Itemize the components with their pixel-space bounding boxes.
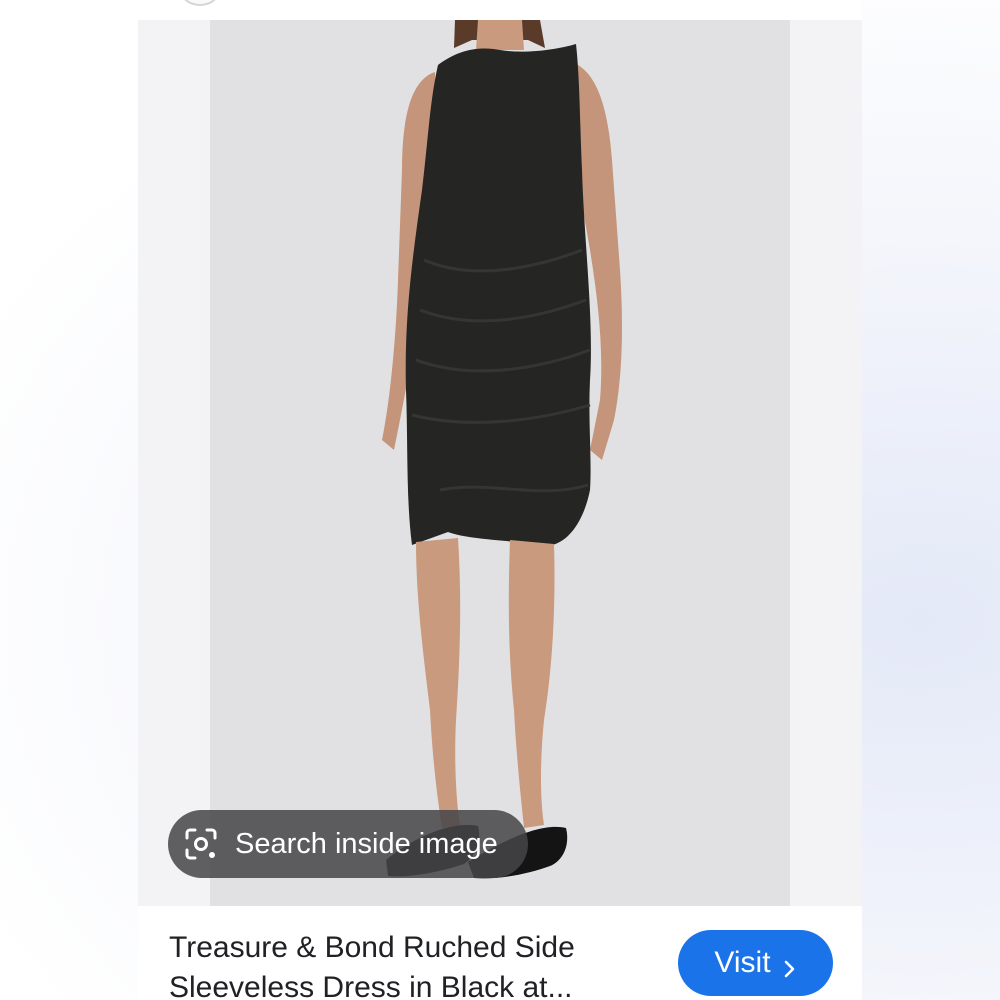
result-title-line-1: Treasure & Bond Ruched Side — [169, 931, 575, 964]
search-inside-image-button[interactable]: Search inside image — [168, 810, 528, 878]
result-card: Search inside image Treasure & Bond Ruch… — [138, 0, 862, 1000]
lens-scan-icon — [184, 827, 218, 861]
result-title-line-2: Sleeveless Dress in Black at... — [169, 971, 573, 1000]
visit-button[interactable]: Visit — [678, 930, 833, 996]
chevron-right-icon — [783, 953, 797, 978]
dress-illustration — [210, 20, 790, 906]
visit-button-label: Visit — [714, 946, 771, 979]
image-panel[interactable]: Search inside image — [138, 20, 862, 906]
search-inside-image-label: Search inside image — [235, 827, 498, 860]
product-photo[interactable] — [210, 20, 790, 906]
avatar — [180, 0, 220, 6]
result-title[interactable]: Treasure & Bond Ruched Side Sleeveless D… — [169, 928, 649, 1000]
